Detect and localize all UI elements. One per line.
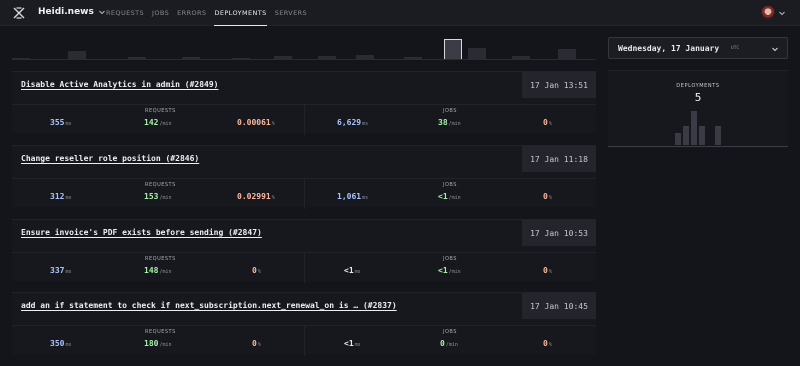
deployments-chart-axis bbox=[608, 146, 788, 147]
deployment-title-link[interactable]: Disable Active Analytics in admin (#2849… bbox=[21, 80, 218, 89]
histogram-bar[interactable] bbox=[232, 58, 250, 59]
histogram-bar[interactable] bbox=[558, 49, 576, 59]
jobs-label: JOBS bbox=[443, 256, 457, 262]
nav-deployments[interactable]: DEPLOYMENTS bbox=[214, 0, 267, 26]
deployments-summary-panel: DEPLOYMENTS 5 bbox=[608, 70, 788, 148]
jobs-throughput: <1/min bbox=[438, 192, 461, 201]
requests-error-rate: 0% bbox=[252, 339, 261, 348]
requests-duration: 312ms bbox=[50, 192, 72, 201]
deployment-time: 17 Jan 11:18 bbox=[522, 146, 596, 172]
jobs-label: JOBS bbox=[443, 108, 457, 114]
deployment-card: Ensure invoice's PDF exists before sendi… bbox=[12, 219, 596, 283]
requests-error-rate: 0.02991% bbox=[237, 192, 275, 201]
nav-servers[interactable]: SERVERS bbox=[275, 0, 307, 26]
jobs-error-rate: 0% bbox=[543, 118, 552, 127]
requests-label: REQUESTS bbox=[145, 108, 176, 114]
requests-throughput: 153/min bbox=[144, 192, 172, 201]
requests-error-rate: 0.00061% bbox=[237, 118, 275, 127]
histogram-bar[interactable] bbox=[182, 57, 200, 59]
histogram-bar[interactable] bbox=[512, 56, 530, 59]
deployments-chart-bar[interactable] bbox=[715, 126, 721, 145]
metrics-divider bbox=[304, 105, 305, 135]
date-value: Wednesday, 17 January bbox=[618, 44, 720, 53]
deployment-timeline-histogram[interactable] bbox=[12, 30, 596, 60]
requests-label: REQUESTS bbox=[145, 182, 176, 188]
stacked-x-logo-icon[interactable] bbox=[12, 6, 26, 20]
deployment-time: 17 Jan 10:53 bbox=[522, 220, 596, 246]
jobs-label: JOBS bbox=[443, 182, 457, 188]
main-nav: REQUESTS JOBS ERRORS DEPLOYMENTS SERVERS bbox=[106, 0, 315, 26]
deployments-chart-bar[interactable] bbox=[675, 133, 681, 145]
deployments-chart-bar[interactable] bbox=[699, 126, 705, 145]
requests-duration: 350ms bbox=[50, 339, 72, 348]
metrics-row: REQUESTS JOBS 312ms 153/min 0.02991% 1,0… bbox=[12, 178, 596, 209]
metrics-divider bbox=[304, 253, 305, 283]
top-navigation-bar: Heidi.news REQUESTS JOBS ERRORS DEPLOYME… bbox=[0, 0, 800, 26]
requests-throughput: 142/min bbox=[144, 118, 172, 127]
deployments-count: 5 bbox=[694, 91, 702, 104]
histogram-bar[interactable] bbox=[318, 56, 336, 59]
metrics-divider bbox=[304, 179, 305, 209]
histogram-bar[interactable] bbox=[356, 55, 374, 59]
project-switcher[interactable]: Heidi.news bbox=[38, 7, 106, 17]
deployment-time: 17 Jan 13:51 bbox=[522, 72, 596, 98]
histogram-bar[interactable] bbox=[128, 57, 146, 59]
requests-throughput: 148/min bbox=[144, 266, 172, 275]
user-avatar-icon[interactable] bbox=[761, 6, 775, 20]
date-picker[interactable]: Wednesday, 17 January UTC bbox=[608, 37, 788, 59]
jobs-duration: <1ms bbox=[344, 339, 361, 348]
deployment-card: Disable Active Analytics in admin (#2849… bbox=[12, 71, 596, 135]
jobs-throughput: <1/min bbox=[438, 266, 461, 275]
jobs-duration: 6,629ms bbox=[337, 118, 369, 127]
deployments-chart-bar[interactable] bbox=[691, 111, 697, 145]
requests-throughput: 180/min bbox=[144, 339, 172, 348]
chevron-down-icon bbox=[772, 47, 778, 52]
histogram-bar[interactable] bbox=[468, 48, 486, 59]
requests-duration: 337ms bbox=[50, 266, 72, 275]
timezone-label: UTC bbox=[731, 46, 740, 51]
metrics-divider bbox=[304, 326, 305, 356]
jobs-label: JOBS bbox=[443, 329, 457, 335]
chevron-down-icon bbox=[99, 10, 105, 15]
nav-errors[interactable]: ERRORS bbox=[177, 0, 206, 26]
histogram-bar[interactable] bbox=[444, 39, 462, 59]
requests-duration: 355ms bbox=[50, 118, 72, 127]
deployment-title-link[interactable]: Change reseller role position (#2846) bbox=[21, 154, 199, 163]
deployment-title-link[interactable]: Ensure invoice's PDF exists before sendi… bbox=[21, 228, 262, 237]
requests-label: REQUESTS bbox=[145, 329, 176, 335]
requests-label: REQUESTS bbox=[145, 256, 176, 262]
metrics-row: REQUESTS JOBS 337ms 148/min 0% <1ms <1/m… bbox=[12, 252, 596, 283]
histogram-bar[interactable] bbox=[274, 56, 292, 59]
jobs-throughput: 38/min bbox=[438, 118, 461, 127]
deployment-title-link[interactable]: add an if statement to check if next_sub… bbox=[21, 301, 397, 310]
nav-requests[interactable]: REQUESTS bbox=[106, 0, 144, 26]
jobs-duration: <1ms bbox=[344, 266, 361, 275]
jobs-error-rate: 0% bbox=[543, 192, 552, 201]
deployments-chart-bar[interactable] bbox=[683, 126, 689, 145]
jobs-error-rate: 0% bbox=[543, 339, 552, 348]
nav-jobs[interactable]: JOBS bbox=[152, 0, 169, 26]
project-name: Heidi.news bbox=[38, 7, 94, 17]
metrics-row: REQUESTS JOBS 355ms 142/min 0.00061% 6,6… bbox=[12, 104, 596, 135]
chevron-down-icon[interactable] bbox=[778, 9, 786, 17]
histogram-bar[interactable] bbox=[404, 57, 422, 59]
jobs-duration: 1,061ms bbox=[337, 192, 369, 201]
metrics-row: REQUESTS JOBS 350ms 180/min 0% <1ms 0/mi… bbox=[12, 325, 596, 356]
histogram-bar[interactable] bbox=[12, 58, 30, 59]
deployment-card: Change reseller role position (#2846) 17… bbox=[12, 145, 596, 209]
deployment-card: add an if statement to check if next_sub… bbox=[12, 292, 596, 356]
requests-error-rate: 0% bbox=[252, 266, 261, 275]
jobs-throughput: 0/min bbox=[440, 339, 458, 348]
deployment-time: 17 Jan 10:45 bbox=[522, 293, 596, 319]
deployments-summary-label: DEPLOYMENTS bbox=[676, 83, 720, 89]
jobs-error-rate: 0% bbox=[543, 266, 552, 275]
histogram-bar[interactable] bbox=[68, 51, 86, 59]
